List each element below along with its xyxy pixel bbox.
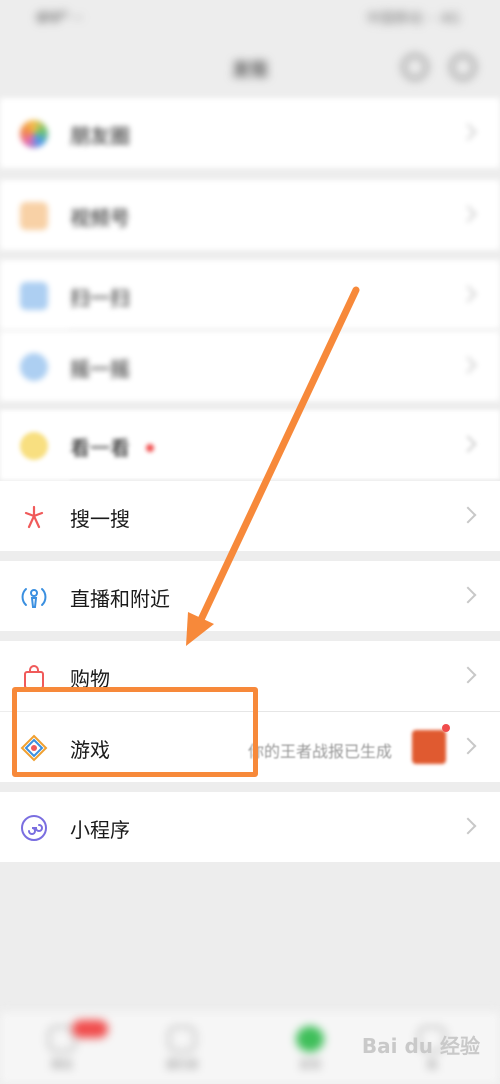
annotation-arrow <box>186 286 360 646</box>
